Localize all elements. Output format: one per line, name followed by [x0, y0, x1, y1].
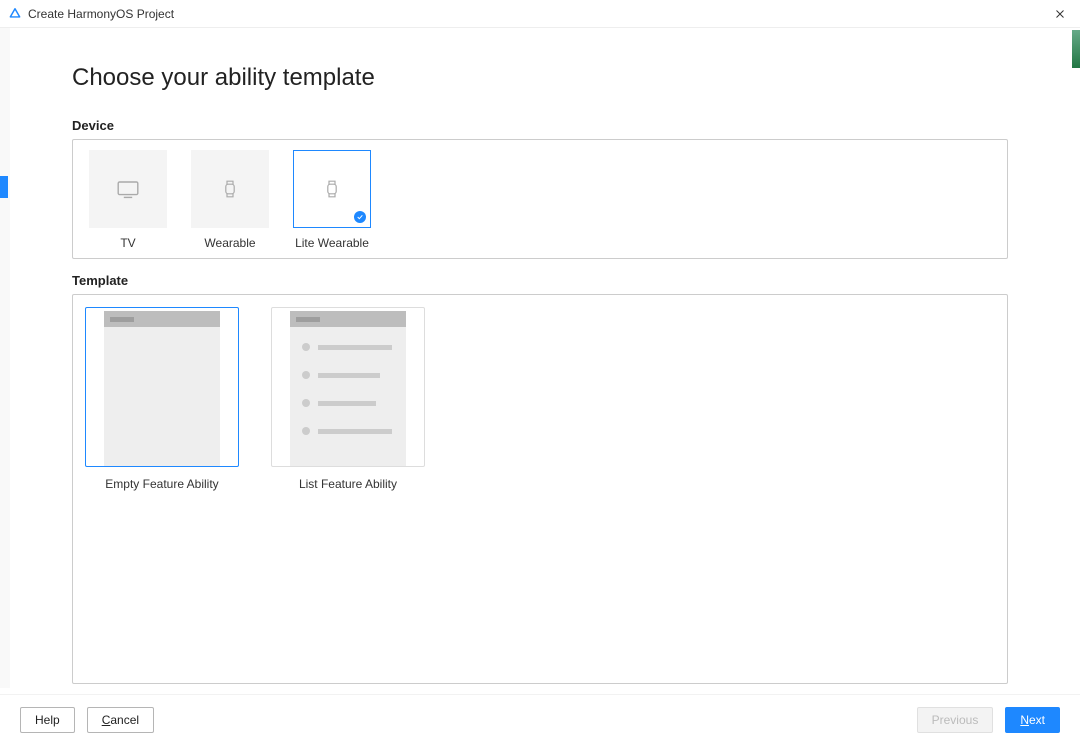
device-option-wearable[interactable]: Wearable [191, 150, 269, 250]
background-image-sliver [1072, 30, 1080, 68]
template-option-empty-feature[interactable]: Empty Feature Ability [85, 307, 239, 491]
help-button[interactable]: Help [20, 707, 75, 733]
template-section-label: Template [72, 273, 1008, 288]
device-section-label: Device [72, 118, 1008, 133]
harmonyos-logo-icon [8, 7, 22, 21]
device-tile-tv [89, 150, 167, 228]
close-button[interactable] [1048, 2, 1072, 26]
template-label-list: List Feature Ability [299, 477, 397, 491]
template-preview-empty [104, 311, 220, 466]
cancel-button[interactable]: Cancel [87, 707, 154, 733]
device-option-tv[interactable]: TV [89, 150, 167, 250]
device-tile-lite-wearable [293, 150, 371, 228]
titlebar: Create HarmonyOS Project [0, 0, 1080, 28]
device-label-tv: TV [120, 236, 135, 250]
device-label-lite-wearable: Lite Wearable [295, 236, 369, 250]
window-title: Create HarmonyOS Project [28, 7, 1048, 21]
dialog-footer: Help Cancel Previous Next [0, 694, 1080, 744]
template-label-empty: Empty Feature Ability [105, 477, 218, 491]
selected-check-icon [354, 211, 366, 223]
dialog-content: Choose your ability template Device TV W… [0, 28, 1080, 684]
device-label-wearable: Wearable [204, 236, 255, 250]
template-card-list [271, 307, 425, 467]
next-button[interactable]: Next [1005, 707, 1060, 733]
tv-icon [114, 175, 142, 203]
watch-icon [320, 177, 344, 201]
device-selector: TV Wearable Lite Wearable [72, 139, 1008, 259]
template-selector: Empty Feature Ability List Featu [72, 294, 1008, 684]
template-card-empty [85, 307, 239, 467]
page-heading: Choose your ability template [72, 64, 1008, 92]
template-preview-list [290, 311, 406, 466]
template-option-list-feature[interactable]: List Feature Ability [271, 307, 425, 491]
device-option-lite-wearable[interactable]: Lite Wearable [293, 150, 371, 250]
previous-button: Previous [917, 707, 994, 733]
device-tile-wearable [191, 150, 269, 228]
background-active-tab-sliver [0, 176, 8, 198]
close-icon [1054, 8, 1066, 20]
watch-icon [218, 177, 242, 201]
